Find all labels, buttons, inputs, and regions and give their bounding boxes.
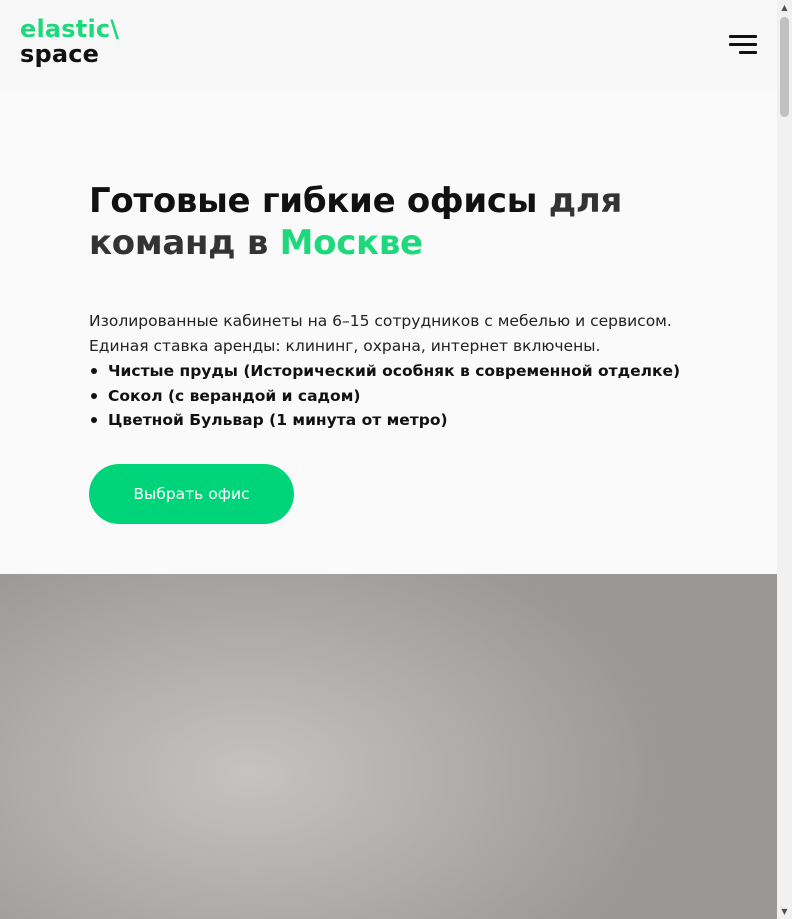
scroll-thumb[interactable]: [780, 17, 789, 117]
hero-title-part1: Готовые гибкие офисы: [89, 181, 549, 221]
menu-bar-top: [729, 35, 757, 38]
feature-item-sokol: Сокол (с верандой и садом): [89, 384, 689, 409]
scroll-down-arrow-icon[interactable]: ▼: [777, 904, 792, 919]
top-bar: elastic\ space: [0, 0, 777, 92]
hero-title-city: Москве: [279, 223, 424, 263]
hamburger-menu-icon[interactable]: [729, 35, 757, 57]
feature-item-chistye-prudy: Чистые пруды (Исторический особняк в сов…: [89, 359, 689, 384]
logo[interactable]: elastic\ space: [20, 17, 119, 67]
feature-list: Чистые пруды (Исторический особняк в сов…: [89, 359, 689, 433]
hero-title: Готовые гибкие офисы для команд в Москве: [89, 180, 689, 264]
page: elastic\ space Готовые гибкие офисы для …: [0, 0, 777, 919]
scrollbar[interactable]: ▲ ▼: [777, 0, 792, 919]
office-photo: [0, 574, 777, 919]
menu-bar-middle: [729, 43, 757, 46]
feature-item-tsvetnoy-bulvar: Цветной Бульвар (1 минута от метро): [89, 408, 689, 433]
scroll-up-arrow-icon[interactable]: ▲: [777, 0, 792, 15]
choose-office-button[interactable]: Выбрать офис: [89, 464, 294, 524]
hero-description: Изолированные кабинеты на 6–15 сотрудник…: [89, 309, 689, 433]
hero-section: Готовые гибкие офисы для команд в Москве…: [89, 180, 689, 433]
description-line-1: Изолированные кабинеты на 6–15 сотрудник…: [89, 312, 672, 330]
description-line-2: Единая ставка аренды: клининг, охрана, и…: [89, 337, 601, 355]
logo-line-space: space: [20, 40, 100, 68]
menu-bar-bottom: [739, 51, 757, 54]
logo-line-elastic: elastic\: [20, 15, 120, 43]
